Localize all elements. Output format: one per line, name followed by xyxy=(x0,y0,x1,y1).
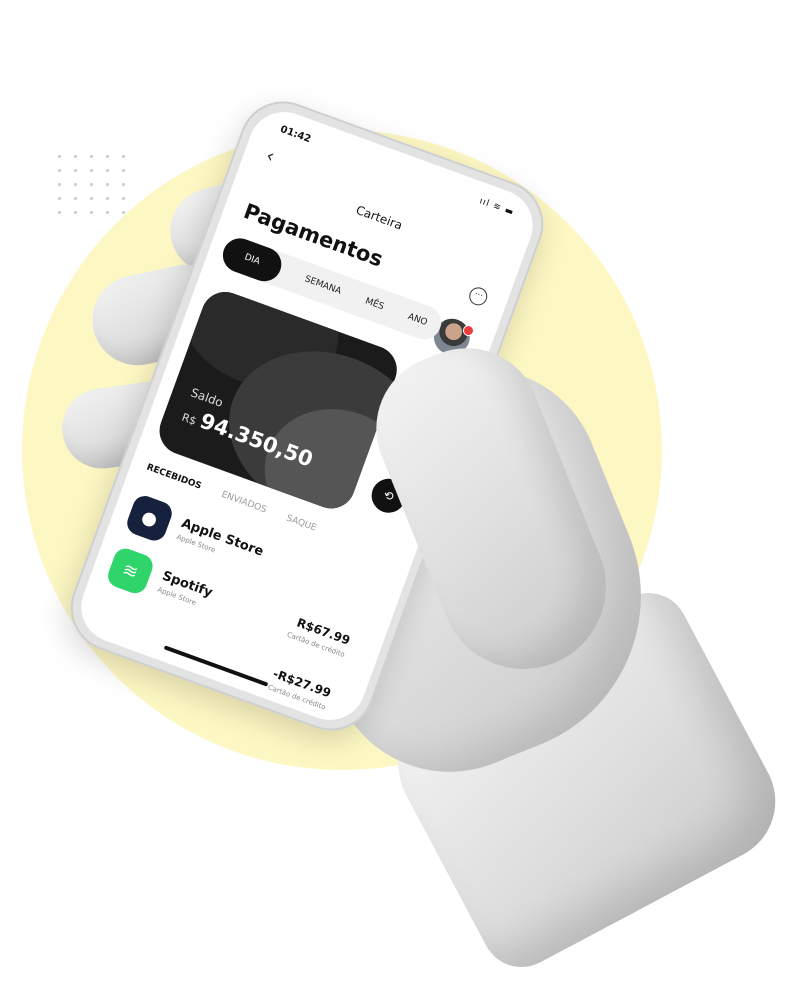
status-time: 01:42 xyxy=(278,123,313,146)
tab-sent[interactable]: ENVIADOS xyxy=(220,490,268,516)
back-chevron-icon[interactable]: ‹ xyxy=(263,145,277,167)
period-option-week[interactable]: SEMANA xyxy=(303,274,342,296)
period-option-month[interactable]: MÊS xyxy=(364,296,385,312)
period-option-year[interactable]: ANO xyxy=(406,312,428,328)
status-icons: ııl ≋ ▬ xyxy=(477,196,516,219)
exchange-icon: ⟲ xyxy=(381,487,396,505)
apple-icon: ● xyxy=(123,492,176,544)
balance-currency: R$ xyxy=(179,410,199,428)
more-options-icon[interactable]: ··· xyxy=(466,284,490,308)
tab-received[interactable]: RECEBIDOS xyxy=(145,463,203,492)
spotify-icon: ≋ xyxy=(104,545,156,597)
dot-grid-decoration xyxy=(58,155,138,225)
period-option-day[interactable]: DIA xyxy=(218,233,287,287)
tab-withdraw[interactable]: SAQUE xyxy=(285,513,318,533)
notification-dot xyxy=(461,323,476,338)
